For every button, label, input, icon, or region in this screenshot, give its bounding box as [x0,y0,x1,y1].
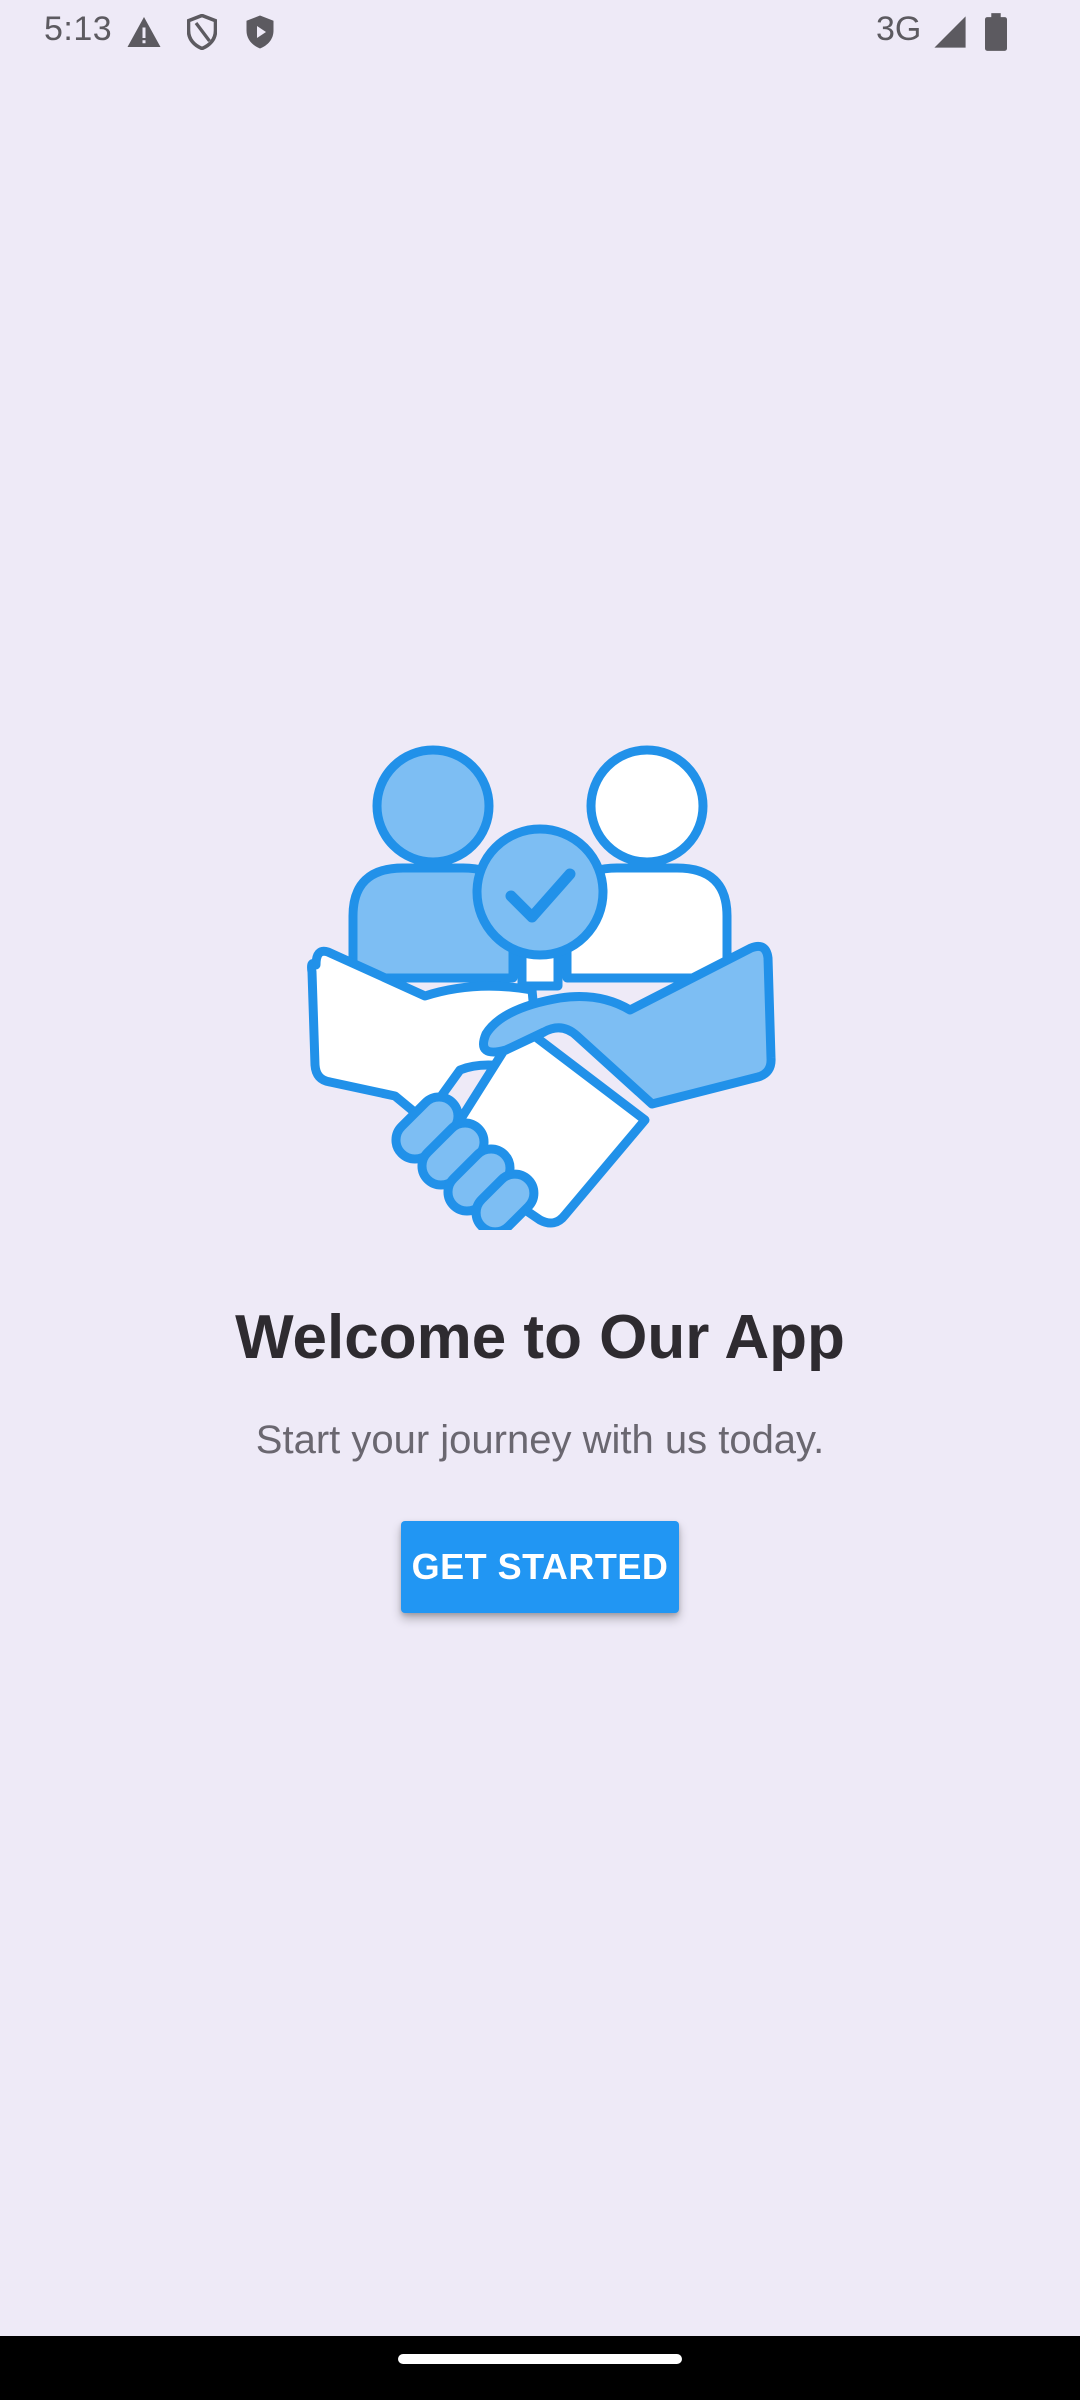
shield-play-icon [240,12,280,52]
status-bar: 5:13 3G [0,0,1080,64]
shield-outline-icon [182,12,222,52]
signal-icon [932,12,968,52]
warning-icon [124,12,164,52]
get-started-button[interactable]: GET STARTED [401,1521,679,1613]
navigation-bar [0,2336,1080,2400]
handshake-people-check-icon [307,745,776,1237]
welcome-title: Welcome to Our App [235,1303,845,1372]
status-time: 5:13 [44,10,113,48]
home-gesture-handle[interactable] [398,2354,682,2364]
battery-icon [982,12,1010,52]
welcome-subtitle: Start your journey with us today. [255,1418,825,1462]
handshake-illustration [300,740,780,1237]
network-type-label: 3G [876,10,922,48]
